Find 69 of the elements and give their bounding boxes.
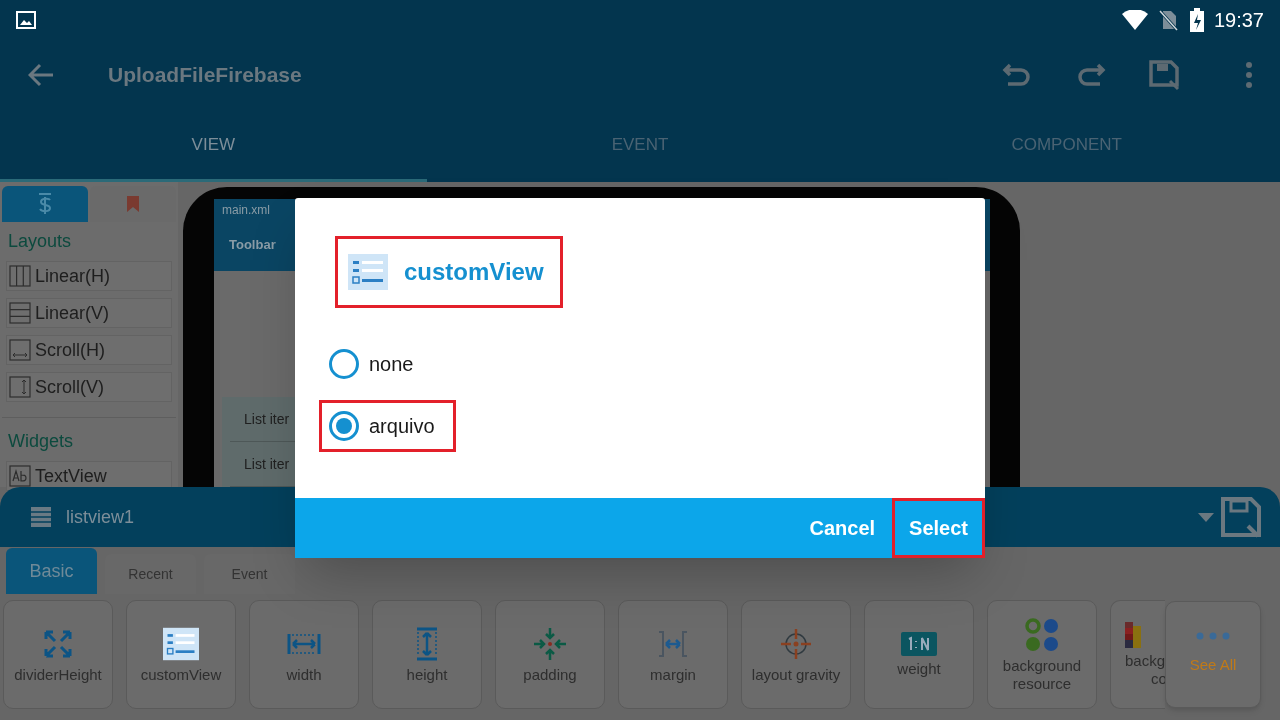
radio-button[interactable] — [329, 411, 359, 441]
section-heading: Widgets — [7, 430, 75, 453]
editor-tab[interactable]: COMPONENT — [853, 110, 1280, 182]
radio-option[interactable]: none — [319, 338, 435, 390]
property-card[interactable]: background resource — [987, 600, 1097, 709]
image-icon — [16, 11, 36, 29]
property-card[interactable]: height — [372, 600, 482, 709]
battery-charging-icon — [1189, 8, 1204, 32]
card-label: resource — [1012, 674, 1072, 693]
card-label: layout gravity — [751, 665, 841, 684]
text-view-icon — [9, 465, 31, 487]
property-tab[interactable]: Basic — [6, 548, 97, 594]
radio-option[interactable]: arquivo — [319, 400, 456, 452]
card-label: margin — [650, 665, 696, 684]
dialog-button[interactable]: Select — [892, 498, 985, 558]
horizontal-scroll-icon — [9, 339, 31, 361]
dialog-button[interactable]: Cancel — [792, 498, 893, 558]
more-dots-icon — [1196, 632, 1230, 641]
toolbar-title: Toolbar — [228, 236, 277, 254]
property-card[interactable]: layout gravity — [741, 600, 851, 709]
caret-icon[interactable] — [1198, 512, 1214, 522]
columns-icon — [9, 265, 31, 287]
card-label: dividerHeight — [14, 665, 102, 684]
property-card[interactable]: margin — [618, 600, 728, 709]
property-card[interactable]: padding — [495, 600, 605, 709]
vertical-scroll-icon — [9, 376, 31, 398]
redo-icon[interactable] — [1076, 62, 1106, 88]
palette-tab[interactable] — [2, 186, 88, 222]
bookmark-icon — [127, 196, 139, 212]
dots-icon — [1024, 616, 1060, 653]
editor-tab[interactable]: EVENT — [426, 110, 854, 182]
property-card[interactable]: width — [249, 600, 359, 709]
card-label: width — [286, 665, 322, 684]
list-icon — [30, 506, 52, 528]
ratio-icon — [901, 631, 937, 656]
property-card[interactable]: weight — [864, 600, 974, 709]
radio-button[interactable] — [329, 349, 359, 379]
save-icon[interactable] — [1220, 496, 1262, 538]
palette-item[interactable]: Scroll(H) — [6, 335, 172, 365]
card-label: padding — [523, 665, 577, 684]
project-title: UploadFileFirebase — [108, 62, 302, 89]
palette-item[interactable]: Scroll(V) — [6, 372, 172, 402]
save-icon[interactable] — [1148, 59, 1180, 91]
inward-arrows-icon — [532, 625, 568, 662]
card-label: backg — [1125, 651, 1166, 670]
color-swatches-icon — [1125, 621, 1141, 648]
back-arrow-icon[interactable] — [28, 63, 54, 87]
card-label: background — [1002, 656, 1082, 675]
palette-item[interactable]: Linear(H) — [6, 261, 172, 291]
file-name: main.xml — [222, 202, 271, 219]
list-icon — [348, 254, 388, 290]
rows-icon — [9, 302, 31, 324]
dollar-s-icon — [38, 193, 52, 215]
no-sim-icon — [1157, 9, 1178, 31]
card-label: weight — [897, 659, 941, 678]
more-icon[interactable] — [1246, 62, 1252, 88]
list-icon — [163, 625, 199, 662]
dialog-title: customView — [335, 236, 563, 308]
property-card[interactable]: customView — [126, 600, 236, 709]
widget-name: listview1 — [66, 505, 135, 529]
wifi-icon — [1121, 10, 1148, 30]
card-label: height — [406, 665, 448, 684]
property-card[interactable]: dividerHeight — [3, 600, 113, 709]
see-all-button[interactable]: See All — [1165, 601, 1261, 708]
card-label: customView — [140, 665, 222, 684]
section-heading: Layouts — [7, 230, 73, 253]
undo-icon[interactable] — [1002, 62, 1032, 88]
palette-item[interactable]: Linear(V) — [6, 298, 172, 328]
clock: 19:37 — [1213, 8, 1264, 33]
